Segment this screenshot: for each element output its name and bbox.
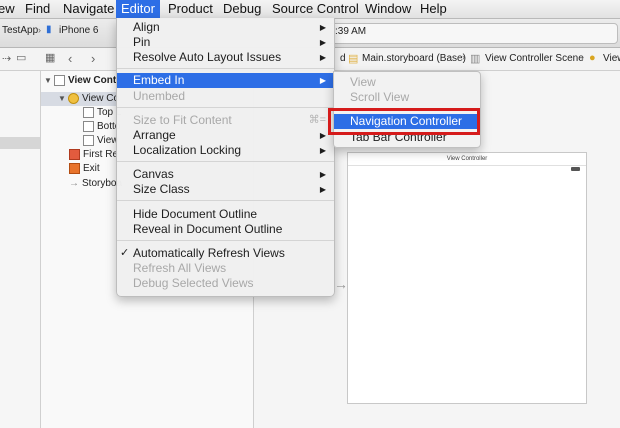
menu-item-debug-selected-views[interactable]: Debug Selected Views	[117, 276, 334, 291]
menu-source-control[interactable]: Source Control	[272, 1, 359, 17]
scene-icon	[54, 74, 65, 86]
menu-item-size-class[interactable]: Size Class ▶	[117, 182, 334, 197]
menu-item-align[interactable]: Align ▶	[117, 20, 334, 35]
menu-separator	[117, 68, 334, 69]
submenu-arrow-icon: ▶	[319, 76, 326, 85]
submenu-item-scroll-view[interactable]: Scroll View	[334, 90, 480, 105]
navigator-selected-row[interactable]	[0, 137, 40, 149]
submenu-arrow-icon: ▶	[319, 23, 326, 32]
menu-navigate[interactable]: Navigate	[63, 1, 114, 17]
outline-row-bottom-layout[interactable]: Botto	[83, 120, 120, 134]
view-controller-icon	[68, 92, 79, 104]
breadcrumb-view[interactable]: View	[603, 53, 620, 64]
chevron-right-icon: ›	[581, 52, 584, 62]
disclosure-triangle-icon[interactable]: ▼	[44, 74, 54, 88]
arrow-right-icon[interactable]: ⇢	[2, 52, 11, 65]
scheme-device-label[interactable]: iPhone 6	[59, 25, 98, 36]
outline-row-view-controller[interactable]: ▼ View Co	[58, 92, 119, 106]
menu-item-refresh-all-views[interactable]: Refresh All Views	[117, 261, 334, 276]
layout-guide-icon	[83, 120, 94, 132]
menu-item-localization-locking[interactable]: Localization Locking ▶	[117, 143, 334, 158]
menu-debug[interactable]: Debug	[223, 1, 261, 17]
submenu-arrow-icon: ▶	[319, 38, 326, 47]
menu-product[interactable]: Product	[168, 1, 213, 17]
view-controller-scene[interactable]: View Controller	[347, 152, 587, 404]
menu-item-reveal-in-outline[interactable]: Reveal in Document Outline	[117, 222, 334, 237]
callout-highlight-box	[328, 108, 480, 135]
iphone-icon: ▮	[46, 24, 52, 35]
menu-separator	[117, 107, 334, 108]
outline-row-scene[interactable]: ▼ View Cont	[44, 74, 116, 88]
editor-menu-dropdown: Align ▶ Pin ▶ Resolve Auto Layout Issues ▶ …	[116, 18, 335, 297]
menu-item-auto-refresh-views[interactable]: ✓ Automatically Refresh Views	[117, 246, 334, 261]
submenu-arrow-icon: ▶	[319, 185, 326, 194]
menu-item-size-to-fit[interactable]: Size to Fit Content ⌘=	[117, 113, 334, 128]
submenu-arrow-icon: ▶	[319, 131, 326, 140]
first-responder-icon	[69, 148, 80, 160]
menu-editor[interactable]: Editor	[116, 0, 160, 18]
menu-bar: ew Find Navigate Editor Product Debug So…	[0, 0, 620, 19]
checkmark-icon: ✓	[120, 247, 130, 259]
scheme-app-label[interactable]: TestApp	[2, 25, 38, 36]
submenu-arrow-icon: ▶	[319, 53, 326, 62]
view-controller-icon: ●	[589, 52, 596, 64]
outline-row-first-responder[interactable]: First Re	[69, 148, 118, 162]
menu-separator	[117, 240, 334, 241]
activity-viewer: :39 AM	[320, 23, 618, 44]
submenu-arrow-icon: ▶	[319, 170, 326, 179]
forward-chevron-icon[interactable]: ›	[91, 51, 95, 66]
menu-item-pin[interactable]: Pin ▶	[117, 35, 334, 50]
disclosure-triangle-icon[interactable]: ▼	[58, 92, 68, 106]
menu-separator	[117, 161, 334, 162]
menu-find[interactable]: Find	[25, 1, 50, 17]
chevron-right-icon: ›	[38, 25, 41, 35]
menu-separator	[117, 200, 334, 201]
view-icon	[83, 134, 94, 146]
entry-point-arrow-icon: →	[69, 178, 79, 189]
breadcrumb-folder[interactable]: d	[340, 53, 346, 64]
outline-row-storyboard-entry[interactable]: → Storyboa	[69, 177, 122, 191]
menu-item-arrange[interactable]: Arrange ▶	[117, 128, 334, 143]
scene-icon: ▥	[470, 53, 481, 65]
activity-text: :39 AM	[335, 26, 367, 37]
outline-row-view[interactable]: View	[83, 134, 119, 148]
menu-item-resolve-auto-layout[interactable]: Resolve Auto Layout Issues ▶	[117, 50, 334, 65]
submenu-arrow-icon: ▶	[319, 146, 326, 155]
menu-item-canvas[interactable]: Canvas ▶	[117, 167, 334, 182]
menu-item-embed-in[interactable]: Embed In ▶	[117, 73, 334, 88]
exit-icon	[69, 162, 80, 174]
scene-title: View Controller	[348, 153, 586, 166]
battery-icon	[571, 167, 580, 171]
storyboard-file-icon: ▤	[348, 53, 359, 65]
menu-window[interactable]: Window	[365, 1, 411, 17]
back-chevron-icon[interactable]: ‹	[68, 51, 72, 66]
submenu-item-view[interactable]: View	[334, 75, 480, 90]
comment-icon[interactable]: ▭	[16, 51, 26, 64]
breadcrumb-scene[interactable]: View Controller Scene	[485, 53, 584, 64]
outline-row-exit[interactable]: Exit	[69, 162, 100, 176]
entry-point-arrow-icon[interactable]: →	[334, 276, 348, 292]
menu-help[interactable]: Help	[420, 1, 447, 17]
chevron-right-icon: ›	[462, 52, 465, 62]
menu-view[interactable]: ew	[0, 1, 15, 17]
breadcrumb-storyboard[interactable]: Main.storyboard (Base)	[362, 53, 466, 64]
grid-icon[interactable]: ▦	[45, 51, 55, 64]
project-navigator	[0, 71, 41, 428]
menu-item-hide-outline[interactable]: Hide Document Outline	[117, 207, 334, 222]
shortcut-label: ⌘=	[308, 114, 326, 126]
menu-item-unembed[interactable]: Unembed	[117, 89, 334, 104]
layout-guide-icon	[83, 106, 94, 118]
